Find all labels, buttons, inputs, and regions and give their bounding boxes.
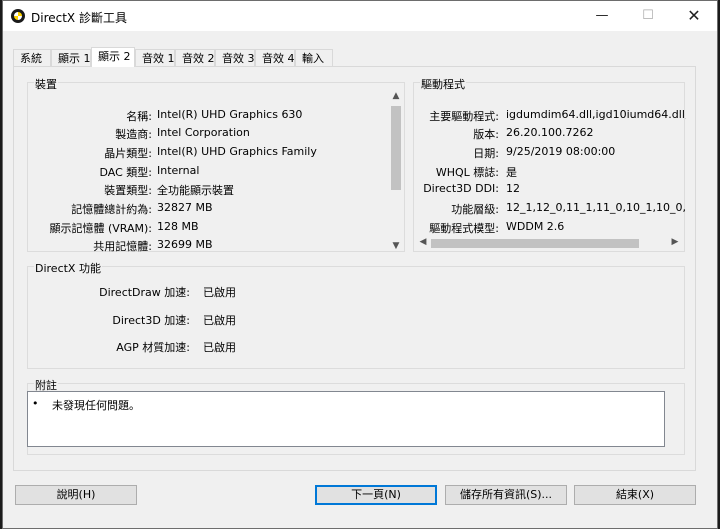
direct3d-accel-value: 已啟用	[203, 314, 236, 327]
vram-value: 128 MB	[157, 220, 199, 233]
direct3d-ddi-label: Direct3D DDI:	[423, 182, 499, 195]
tab-display-2[interactable]: 顯示 2	[91, 47, 135, 67]
next-page-button[interactable]: 下一頁(N)	[315, 485, 437, 505]
device-type-label: 裝置類型:	[104, 184, 152, 197]
feature-levels-value: 12_1,12_0,11_1,11_0,10_1,10_0,9_3,9_2	[506, 201, 686, 214]
directx-features-group: DirectX 功能 DirectDraw 加速: 已啟用 Direct3D 加…	[27, 260, 685, 369]
drivers-horizontal-scrollbar[interactable]: ◀ ▶	[416, 236, 682, 250]
dac-type-value: Internal	[157, 164, 200, 177]
scroll-right-arrow-icon[interactable]: ▶	[668, 237, 682, 247]
scroll-left-arrow-icon[interactable]: ◀	[416, 237, 430, 247]
tab-sound-2[interactable]: 音效 2	[175, 49, 215, 66]
driver-model-label: 驅動程式模型:	[429, 222, 499, 235]
exit-button[interactable]: 結束(X)	[574, 485, 696, 505]
device-type-value: 全功能顯示裝置	[157, 184, 234, 197]
minimize-button[interactable]: —	[579, 1, 625, 31]
help-button[interactable]: 說明(H)	[15, 485, 137, 505]
total-memory-value: 32827 MB	[157, 201, 213, 214]
tab-display-1[interactable]: 顯示 1	[51, 49, 91, 66]
version-value: 26.20.100.7262	[506, 126, 594, 139]
device-vertical-scrollbar[interactable]: ▲ ▼	[389, 91, 403, 251]
window-title: DirectX 診斷工具	[31, 11, 127, 25]
notes-bullet-icon: •	[32, 397, 39, 410]
chip-type-label: 晶片類型:	[104, 147, 152, 160]
drivers-group: 驅動程式 主要驅動程式: igdumdim64.dll,igd10iumd64.…	[413, 76, 686, 252]
feature-levels-label: 功能層級:	[451, 203, 499, 216]
directdraw-accel-value: 已啟用	[203, 286, 236, 299]
directdraw-accel-label: DirectDraw 加速:	[99, 286, 190, 299]
total-memory-label: 記憶體總計約為:	[71, 203, 152, 216]
agp-texture-accel-label: AGP 材質加速:	[116, 341, 190, 354]
tab-sound-1[interactable]: 音效 1	[135, 49, 175, 66]
whql-value: 是	[506, 166, 517, 179]
scroll-up-arrow-icon[interactable]: ▲	[389, 91, 403, 101]
device-group-title: 裝置	[34, 76, 58, 92]
date-label: 日期:	[473, 147, 499, 160]
version-label: 版本:	[473, 128, 499, 141]
notes-item: 未發現任何問題。	[52, 399, 140, 412]
drivers-group-title: 驅動程式	[420, 76, 466, 92]
dac-type-label: DAC 類型:	[99, 166, 153, 179]
tab-sound-3[interactable]: 音效 3	[215, 49, 255, 66]
tab-input[interactable]: 輸入	[295, 49, 333, 66]
main-driver-value: igdumdim64.dll,igd10iumd64.dll,igd1	[506, 108, 686, 121]
device-name-label: 名稱:	[126, 110, 152, 123]
chip-type-value: Intel(R) UHD Graphics Family	[157, 145, 317, 158]
shared-memory-label: 共用記憶體:	[93, 240, 152, 253]
manufacturer-value: Intel Corporation	[157, 126, 250, 139]
scroll-down-arrow-icon[interactable]: ▼	[389, 241, 403, 251]
directx-icon	[11, 9, 25, 23]
whql-label: WHQL 標誌:	[435, 166, 499, 179]
shared-memory-value: 32699 MB	[157, 238, 213, 251]
maximize-button[interactable]: ☐	[625, 1, 671, 31]
save-all-info-button[interactable]: 儲存所有資訊(S)...	[445, 485, 567, 505]
tab-sound-4[interactable]: 音效 4	[255, 49, 295, 66]
close-button[interactable]: ✕	[671, 1, 717, 31]
vram-label: 顯示記憶體 (VRAM):	[49, 222, 152, 235]
directx-diag-window: DirectX 診斷工具 — ☐ ✕ 系統 顯示 1 顯示 2 音效 1 音效 …	[2, 0, 718, 529]
title-bar: DirectX 診斷工具 — ☐ ✕	[3, 1, 717, 31]
notes-textbox[interactable]: • 未發現任何問題。	[27, 391, 665, 447]
direct3d-ddi-value: 12	[506, 182, 520, 195]
driver-model-value: WDDM 2.6	[506, 220, 565, 233]
agp-texture-accel-value: 已啟用	[203, 341, 236, 354]
manufacturer-label: 製造商:	[115, 128, 152, 141]
tab-system[interactable]: 系統	[13, 49, 51, 66]
directx-features-title: DirectX 功能	[34, 260, 102, 276]
date-value: 9/25/2019 08:00:00	[506, 145, 616, 158]
direct3d-accel-label: Direct3D 加速:	[112, 314, 190, 327]
scroll-thumb[interactable]	[391, 106, 401, 190]
main-driver-label: 主要驅動程式:	[429, 110, 499, 123]
device-name-value: Intel(R) UHD Graphics 630	[157, 108, 303, 121]
device-group: 裝置 名稱: Intel(R) UHD Graphics 630 製造商: In…	[27, 76, 405, 253]
horizontal-scroll-thumb[interactable]	[431, 239, 639, 248]
